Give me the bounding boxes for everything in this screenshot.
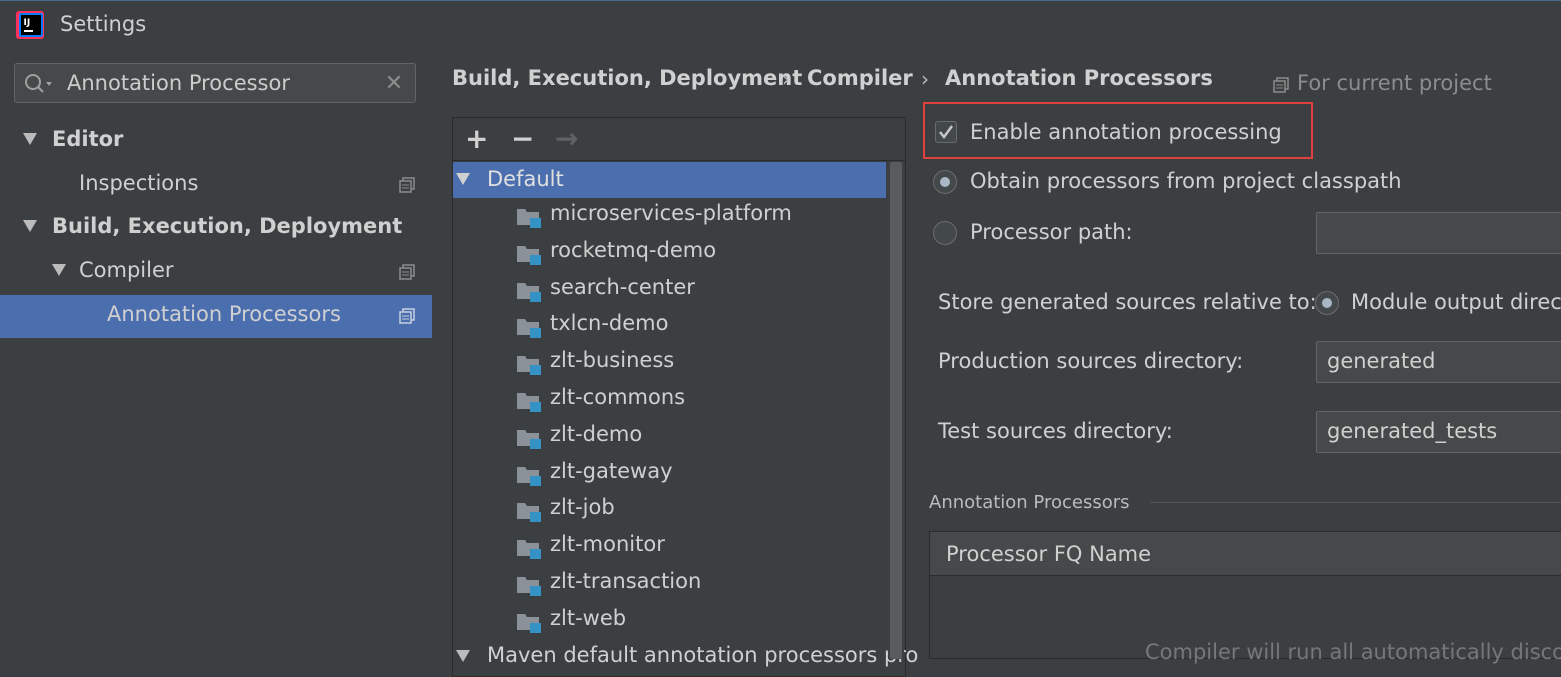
sidebar-item-annotation-processors[interactable]: Annotation Processors [107, 302, 341, 326]
radio-selected-dot [940, 177, 950, 187]
module-folder-icon [517, 356, 541, 375]
breadcrumb-separator: › [921, 67, 929, 91]
module-name[interactable]: txlcn-demo [550, 311, 668, 335]
expand-arrow-icon[interactable] [23, 133, 37, 145]
section-divider [1150, 502, 1561, 503]
svg-text:IJ: IJ [24, 18, 31, 28]
search-input-value[interactable]: Annotation Processor [67, 71, 290, 95]
module-folder-icon [517, 246, 541, 265]
processors-empty-text: Compiler will run all automatically disc… [1145, 640, 1561, 664]
sidebar-item-compiler[interactable]: Compiler [79, 258, 174, 282]
obtain-from-classpath-radio[interactable] [933, 170, 957, 194]
processor-path-label[interactable]: Processor path: [970, 220, 1133, 244]
project-scope-icon [399, 308, 415, 324]
production-sources-value[interactable]: generated [1327, 349, 1435, 373]
breadcrumb-separator: › [782, 67, 790, 91]
test-sources-value[interactable]: generated_tests [1327, 419, 1497, 443]
module-folder-icon [517, 319, 541, 338]
module-name[interactable]: zlt-demo [550, 422, 642, 446]
checkmark-icon [939, 125, 954, 140]
add-profile-button[interactable]: + [465, 124, 488, 154]
module-name[interactable]: zlt-monitor [550, 532, 665, 556]
module-name[interactable]: rocketmq-demo [550, 238, 716, 262]
processor-path-radio[interactable] [933, 221, 957, 245]
expand-arrow-icon[interactable] [456, 173, 470, 185]
module-folder-icon [517, 540, 541, 559]
search-icon[interactable] [22, 71, 56, 97]
project-scope-icon [399, 177, 415, 193]
module-folder-icon [517, 283, 541, 302]
breadcrumb-current: Annotation Processors [945, 66, 1213, 90]
module-output-label[interactable]: Module output direct [1351, 290, 1561, 314]
obtain-from-classpath-label[interactable]: Obtain processors from project classpath [970, 169, 1402, 193]
sidebar-item-inspections[interactable]: Inspections [79, 171, 198, 195]
module-name[interactable]: zlt-web [550, 606, 626, 630]
processor-path-field[interactable] [1316, 212, 1561, 254]
module-name[interactable]: zlt-job [550, 495, 615, 519]
production-sources-label: Production sources directory: [938, 349, 1244, 373]
module-name[interactable]: search-center [550, 275, 695, 299]
enable-annotation-processing-checkbox[interactable] [935, 121, 957, 143]
module-name[interactable]: zlt-gateway [550, 459, 673, 483]
title-bar [0, 0, 1561, 50]
tree-item-default[interactable]: Default [487, 167, 564, 191]
annotation-processors-section-title: Annotation Processors [929, 492, 1130, 513]
module-folder-icon [517, 614, 541, 633]
intellij-logo-icon: IJ [16, 11, 44, 39]
module-folder-icon [517, 577, 541, 596]
tree-scrollbar-thumb[interactable] [890, 162, 902, 659]
module-folder-icon [517, 467, 541, 486]
tree-item-maven-default[interactable]: Maven default annotation processors pro [487, 643, 918, 667]
expand-arrow-icon[interactable] [456, 650, 470, 662]
breadcrumb-item[interactable]: Compiler [807, 66, 913, 90]
move-to-profile-button[interactable]: → [555, 124, 578, 154]
clear-search-icon[interactable]: ✕ [383, 71, 405, 97]
module-folder-icon [517, 393, 541, 412]
breadcrumb-item[interactable]: Build, Execution, Deployment [452, 66, 802, 90]
enable-annotation-processing-label[interactable]: Enable annotation processing [970, 120, 1282, 144]
window-title: Settings [60, 12, 147, 36]
expand-arrow-icon[interactable] [23, 220, 37, 232]
module-name[interactable]: zlt-commons [550, 385, 685, 409]
project-scope-icon [1273, 77, 1289, 93]
module-name[interactable]: zlt-transaction [550, 569, 701, 593]
module-folder-icon [517, 503, 541, 522]
module-folder-icon [517, 209, 541, 228]
scope-label: For current project [1297, 71, 1492, 95]
store-generated-sources-label: Store generated sources relative to: [938, 290, 1317, 314]
remove-profile-button[interactable]: − [511, 124, 534, 154]
module-folder-icon [517, 430, 541, 449]
test-sources-label: Test sources directory: [938, 419, 1173, 443]
sidebar-item-editor[interactable]: Editor [52, 127, 123, 151]
module-name[interactable]: microservices-platform [550, 201, 792, 225]
project-scope-icon [399, 264, 415, 280]
module-name[interactable]: zlt-business [550, 348, 674, 372]
processor-fq-name-column[interactable]: Processor FQ Name [946, 542, 1151, 566]
radio-selected-dot [1322, 298, 1332, 308]
expand-arrow-icon[interactable] [52, 264, 66, 276]
module-output-radio[interactable] [1315, 291, 1339, 315]
sidebar-item-build-execution-deployment[interactable]: Build, Execution, Deployment [52, 214, 402, 238]
